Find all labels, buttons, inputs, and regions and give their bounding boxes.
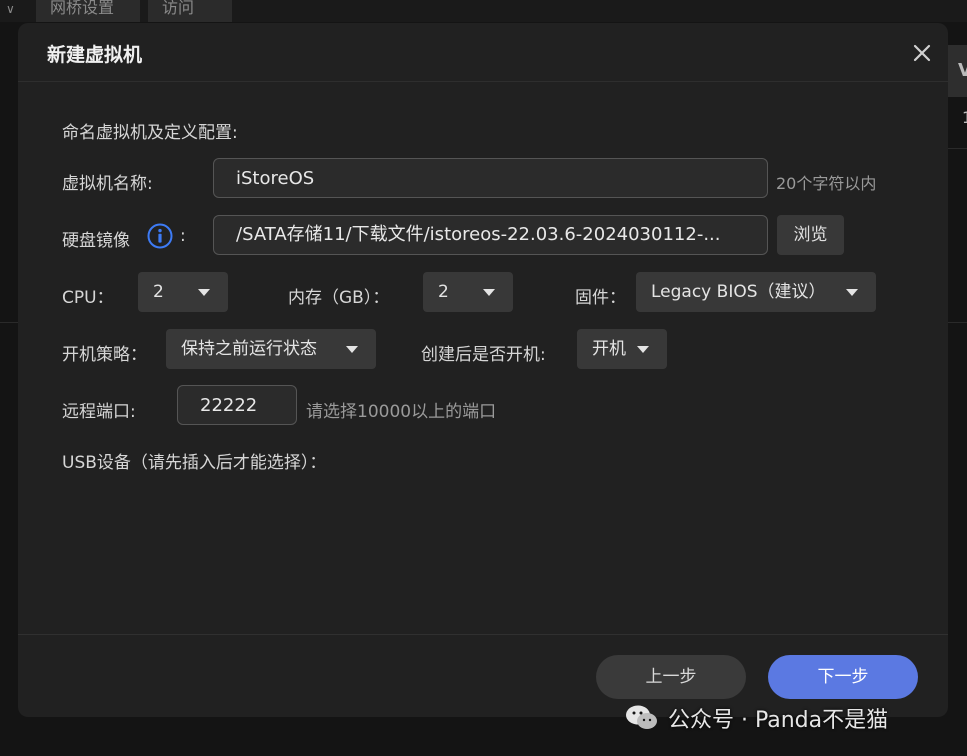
chevron-down-icon: ∨	[6, 2, 15, 16]
watermark-text: 公众号 · Panda不是猫	[668, 708, 889, 733]
caret-down-icon	[346, 346, 358, 353]
disk-image-label: 硬盘镜像	[62, 231, 130, 251]
background-divider	[948, 322, 967, 323]
boot-policy-select-value: 保持之前运行状态	[181, 339, 317, 359]
background-table-cell: 1	[948, 108, 967, 127]
background-tab-bridge-settings[interactable]: 网桥设置	[36, 0, 140, 22]
autostart-label: 创建后是否开机:	[421, 345, 546, 365]
caret-down-icon	[198, 289, 210, 296]
cpu-select-value: 2	[153, 282, 164, 302]
dialog-header: 新建虚拟机	[18, 23, 948, 82]
background-top-bar	[0, 0, 967, 22]
background-table-header: V	[948, 45, 967, 97]
cpu-label: CPU：	[62, 288, 114, 308]
close-icon	[913, 44, 931, 62]
vm-name-label: 虚拟机名称:	[62, 174, 153, 194]
next-step-button[interactable]: 下一步	[768, 655, 918, 699]
caret-down-icon	[483, 289, 495, 296]
vm-name-input[interactable]	[213, 158, 768, 198]
memory-label: 内存（GB）：	[288, 288, 390, 308]
new-vm-dialog: 新建虚拟机 命名虚拟机及定义配置: 虚拟机名称: 20个字符以内 硬盘镜像 : …	[18, 23, 948, 717]
close-button[interactable]	[912, 43, 932, 63]
firmware-select[interactable]: Legacy BIOS（建议）	[636, 272, 876, 312]
background-tab-access[interactable]: 访问	[148, 0, 232, 22]
caret-down-icon	[846, 289, 858, 296]
background-divider	[0, 322, 18, 323]
info-icon[interactable]	[147, 223, 173, 249]
firmware-label: 固件：	[575, 288, 626, 308]
autostart-select-value: 开机	[592, 339, 626, 359]
section-title: 命名虚拟机及定义配置:	[62, 123, 238, 143]
autostart-select[interactable]: 开机	[577, 329, 667, 369]
remote-port-input[interactable]	[177, 385, 297, 425]
cpu-select[interactable]: 2	[138, 272, 228, 312]
disk-image-path-input[interactable]: /SATA存储11/下载文件/istoreos-22.03.6-20240301…	[213, 215, 768, 255]
dialog-title: 新建虚拟机	[47, 44, 143, 66]
background-divider	[948, 148, 967, 149]
remote-port-label: 远程端口:	[62, 402, 136, 422]
vm-name-hint: 20个字符以内	[776, 174, 877, 193]
disk-image-colon: :	[180, 226, 186, 246]
previous-step-button[interactable]: 上一步	[596, 655, 746, 699]
memory-select-value: 2	[438, 282, 449, 302]
caret-down-icon	[637, 346, 649, 353]
remote-port-hint: 请选择10000以上的端口	[306, 402, 497, 422]
usb-devices-label: USB设备（请先插入后才能选择）：	[62, 453, 327, 473]
footer-divider	[18, 634, 948, 635]
boot-policy-select[interactable]: 保持之前运行状态	[166, 329, 376, 369]
boot-policy-label: 开机策略：	[62, 345, 147, 365]
memory-select[interactable]: 2	[423, 272, 513, 312]
firmware-select-value: Legacy BIOS（建议）	[651, 282, 826, 302]
wechat-icon	[626, 705, 657, 729]
browse-button[interactable]: 浏览	[777, 215, 844, 255]
